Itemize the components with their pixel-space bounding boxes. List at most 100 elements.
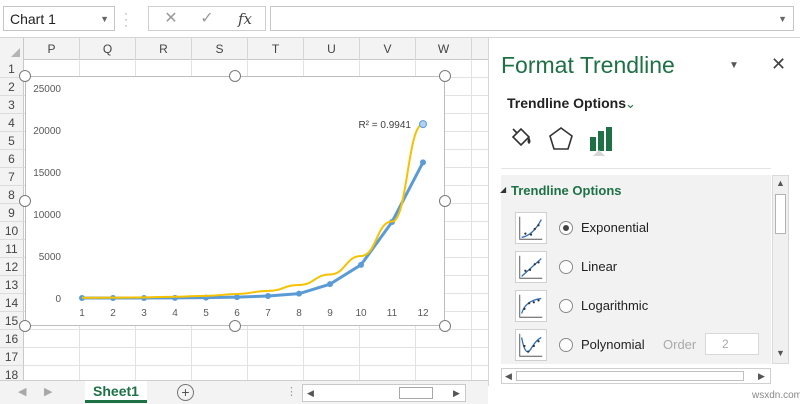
section-title[interactable]: Trendline Options (511, 183, 622, 198)
y-tick-label[interactable]: 25000 (33, 84, 61, 95)
y-tick-label[interactable]: 10000 (33, 210, 61, 221)
scrollbar-thumb[interactable] (775, 194, 786, 234)
x-tick-label[interactable]: 4 (172, 308, 178, 319)
x-tick-label[interactable]: 2 (110, 308, 116, 319)
scroll-left-arrow-icon[interactable]: ◀ (505, 371, 512, 382)
row-header-5[interactable]: 5 (0, 132, 24, 150)
trendline-option-logarithmic[interactable]: Logarithmic (515, 290, 765, 324)
column-header-v[interactable]: V (360, 38, 416, 60)
radio-linear[interactable] (559, 260, 573, 274)
resize-handle-bottom-left[interactable] (19, 320, 31, 332)
pane-horizontal-scrollbar[interactable]: ◀ ▶ (501, 368, 771, 384)
fill-line-icon[interactable] (507, 125, 535, 153)
y-tick-label[interactable]: 0 (55, 294, 61, 305)
insert-function-button[interactable]: fx (233, 9, 257, 29)
radio-exponential[interactable] (559, 221, 573, 235)
data-point[interactable] (296, 290, 302, 297)
row-header-11[interactable]: 11 (0, 240, 24, 258)
y-tick-label[interactable]: 20000 (33, 126, 61, 137)
name-box[interactable]: Chart 1 ▼ (3, 6, 115, 31)
chevron-down-icon[interactable]: ▼ (778, 14, 787, 24)
vertical-dots-icon[interactable]: ⋮ (286, 385, 297, 398)
row-header-4[interactable]: 4 (0, 114, 24, 132)
row-header-3[interactable]: 3 (0, 96, 24, 114)
trendline-option-linear[interactable]: Linear (515, 251, 765, 285)
row-header-13[interactable]: 13 (0, 276, 24, 294)
x-tick-label[interactable]: 11 (387, 308, 398, 319)
row-header-17[interactable]: 17 (0, 348, 24, 366)
column-header-t[interactable]: T (248, 38, 304, 60)
sheet-tab-sheet1[interactable]: Sheet1 (85, 381, 147, 403)
pane-options-chevron-icon[interactable]: ▼ (729, 60, 739, 71)
scroll-right-arrow-icon[interactable]: ▶ (758, 371, 765, 382)
add-sheet-icon[interactable]: + (177, 384, 194, 401)
resize-handle-left[interactable] (19, 195, 31, 207)
column-header-s[interactable]: S (192, 38, 248, 60)
trendline-options-dropdown[interactable]: Trendline Options (507, 95, 626, 111)
x-tick-label[interactable]: 12 (417, 308, 429, 319)
r-squared-label[interactable]: R² = 0.9941 (358, 120, 411, 131)
radio-logarithmic[interactable] (559, 299, 573, 313)
row-header-9[interactable]: 9 (0, 204, 24, 222)
resize-handle-top[interactable] (229, 70, 241, 82)
resize-handle-bottom-right[interactable] (439, 320, 451, 332)
select-all-corner[interactable] (0, 38, 24, 60)
row-header-16[interactable]: 16 (0, 330, 24, 348)
row-header-6[interactable]: 6 (0, 150, 24, 168)
chevron-down-icon[interactable]: ⌄ (625, 96, 636, 112)
scroll-up-arrow-icon[interactable]: ▲ (776, 178, 785, 188)
scroll-left-arrow-icon[interactable]: ◀ (307, 388, 314, 399)
data-point[interactable] (420, 159, 426, 166)
resize-handle-top-right[interactable] (439, 70, 451, 82)
trendline-exponential[interactable] (81, 123, 424, 299)
scroll-down-arrow-icon[interactable]: ▼ (776, 348, 785, 358)
vertical-dots-icon[interactable]: · · · (124, 7, 128, 31)
column-header-u[interactable]: U (304, 38, 360, 60)
column-header-r[interactable]: R (136, 38, 192, 60)
effects-pentagon-icon[interactable] (547, 125, 575, 153)
column-header-p[interactable]: P (24, 38, 80, 60)
y-tick-label[interactable]: 5000 (39, 252, 62, 263)
x-tick-label[interactable]: 6 (234, 308, 240, 319)
row-header-14[interactable]: 14 (0, 294, 24, 312)
horizontal-scrollbar[interactable]: ◀ ▶ (302, 384, 466, 402)
x-tick-label[interactable]: 8 (296, 308, 302, 319)
data-point[interactable] (327, 281, 333, 288)
scrollbar-thumb[interactable] (399, 387, 433, 399)
resize-handle-top-left[interactable] (19, 70, 31, 82)
row-header-18[interactable]: 18 (0, 366, 24, 380)
x-tick-label[interactable]: 3 (141, 308, 147, 319)
line-chart[interactable]: 05000100001500020000250001 2 3 4 5 6 7 8 9 10 11 12… (25, 76, 445, 326)
row-header-10[interactable]: 10 (0, 222, 24, 240)
data-point[interactable] (265, 292, 271, 299)
resize-handle-bottom[interactable] (229, 320, 241, 332)
trendline-selection-point[interactable] (419, 120, 427, 129)
trendline-option-polynomial[interactable]: Polynomial Order 2 (515, 329, 765, 363)
scroll-right-arrow-icon[interactable]: ▶ (453, 388, 460, 399)
resize-handle-right[interactable] (439, 195, 451, 207)
chevron-down-icon[interactable]: ▼ (100, 14, 109, 24)
x-tick-label[interactable]: 5 (203, 308, 209, 319)
enter-icon[interactable]: ✓ (195, 9, 219, 29)
formula-input[interactable]: ▼ (270, 6, 794, 31)
y-tick-label[interactable]: 15000 (33, 168, 61, 179)
data-point[interactable] (358, 261, 364, 268)
collapse-triangle-icon[interactable]: ◢ (500, 185, 506, 194)
close-icon[interactable]: ✕ (771, 54, 786, 75)
scrollbar-thumb[interactable] (516, 371, 744, 381)
radio-polynomial[interactable] (559, 338, 573, 352)
x-tick-label[interactable]: 1 (79, 308, 85, 319)
cancel-icon[interactable]: ✕ (159, 9, 183, 29)
series-line[interactable] (81, 161, 425, 300)
row-header-7[interactable]: 7 (0, 168, 24, 186)
row-header-12[interactable]: 12 (0, 258, 24, 276)
trendline-option-exponential[interactable]: Exponential (515, 212, 765, 246)
scroll-left-icon[interactable]: ◀ (18, 385, 26, 398)
scroll-right-icon[interactable]: ▶ (44, 385, 52, 398)
x-tick-label[interactable]: 7 (265, 308, 271, 319)
x-tick-label[interactable]: 10 (355, 308, 367, 319)
column-header-q[interactable]: Q (80, 38, 136, 60)
order-spinner[interactable]: 2 (705, 333, 759, 355)
trendline-options-icon[interactable] (587, 125, 615, 153)
column-header-w[interactable]: W (416, 38, 472, 60)
